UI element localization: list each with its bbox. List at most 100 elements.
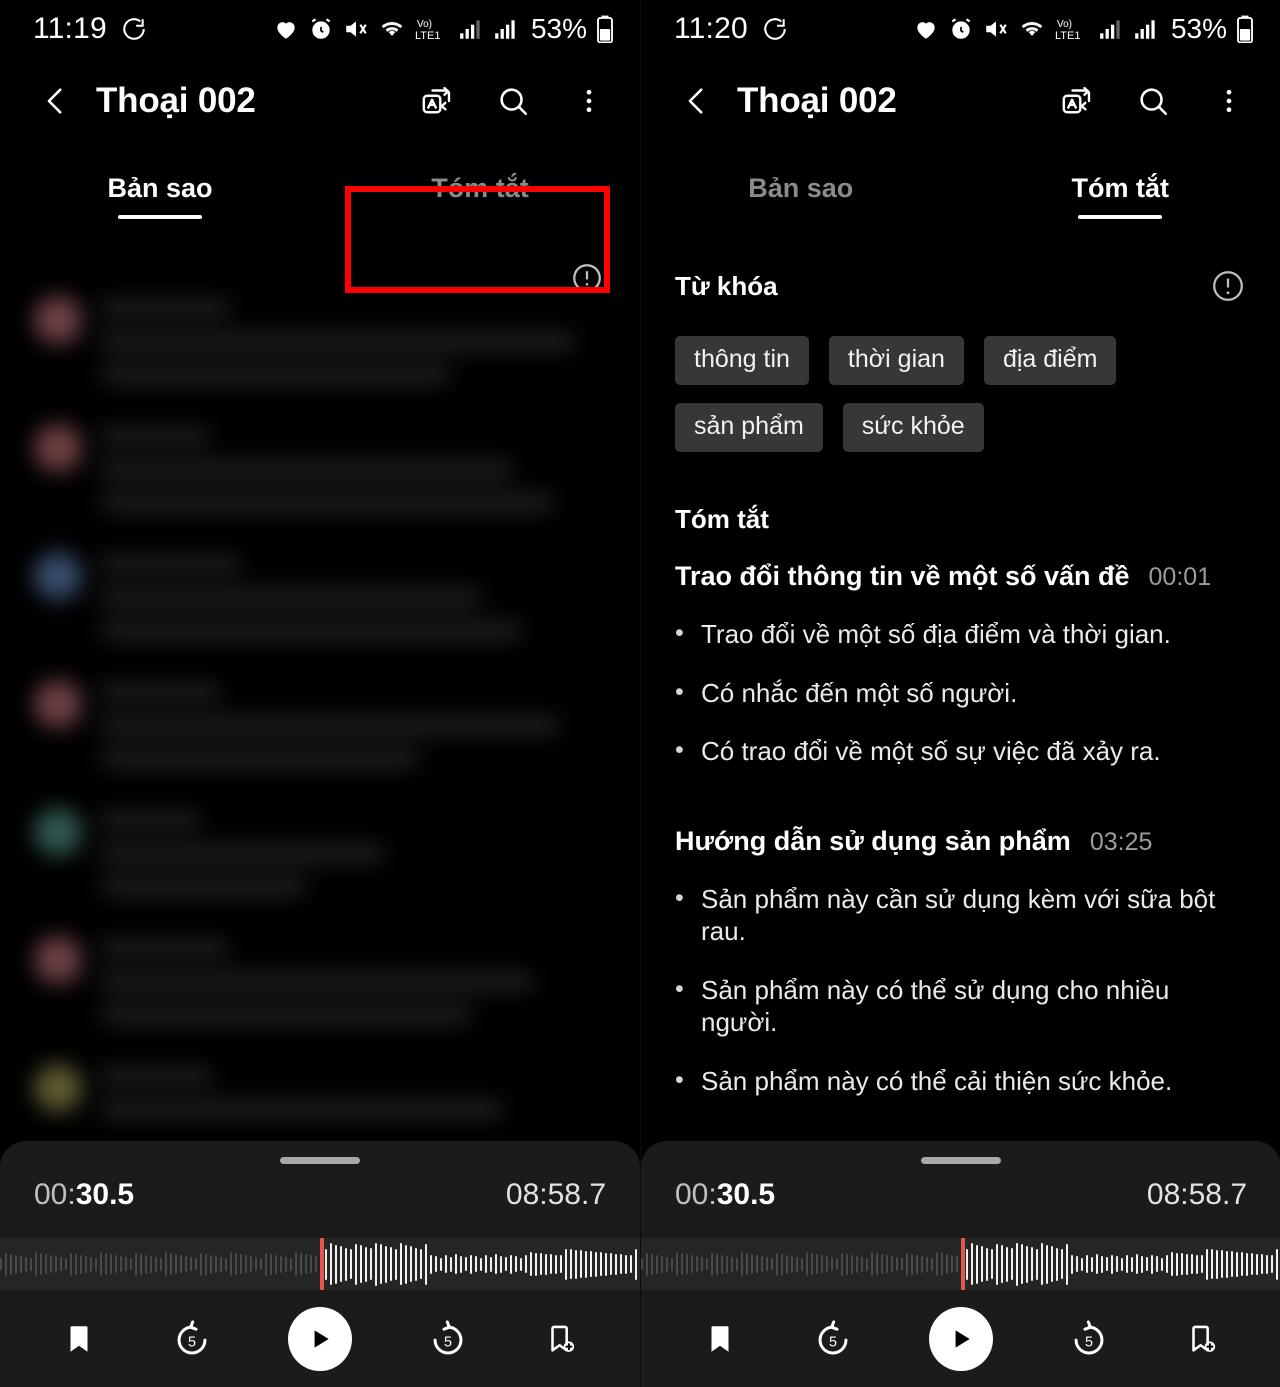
drag-handle[interactable] xyxy=(280,1157,360,1164)
forward-5-button[interactable]: 5 xyxy=(427,1318,469,1360)
waveform-bar xyxy=(681,1253,683,1275)
waveform-scrubber[interactable] xyxy=(0,1238,640,1290)
waveform-bar xyxy=(701,1257,703,1271)
keyword-chip[interactable]: sản phẩm xyxy=(675,403,823,452)
waveform-bar xyxy=(340,1246,342,1282)
search-icon[interactable] xyxy=(490,78,536,124)
waveform-bar xyxy=(155,1256,157,1272)
waveform-bar xyxy=(360,1245,362,1283)
bookmark-icon[interactable] xyxy=(703,1322,737,1356)
playhead-indicator[interactable] xyxy=(320,1238,324,1290)
list-item: • Trao đổi về một số địa điểm và thời gi… xyxy=(675,618,1246,651)
waveform-bar xyxy=(525,1255,527,1273)
more-options-icon[interactable] xyxy=(566,78,612,124)
summary-section-timestamp[interactable]: 03:25 xyxy=(1090,828,1153,857)
status-bar: 11:19 Vo) LTE1 53% xyxy=(0,0,640,58)
waveform-bar xyxy=(911,1253,913,1275)
waveform-bar xyxy=(400,1243,402,1285)
waveform-bar xyxy=(641,1258,643,1270)
waveform-bar xyxy=(1076,1256,1078,1272)
add-bookmark-icon[interactable] xyxy=(1185,1322,1219,1356)
waveform-bar xyxy=(135,1252,137,1276)
waveform-bar xyxy=(70,1252,72,1276)
waveform-bar xyxy=(600,1252,602,1276)
waveform-bar xyxy=(530,1252,532,1276)
keyword-chip[interactable]: địa điểm xyxy=(983,336,1117,385)
app-bar: Thoại 002 xyxy=(641,58,1280,144)
waveform-bar xyxy=(225,1257,227,1271)
waveform-bar xyxy=(781,1253,783,1275)
waveform-bar xyxy=(646,1252,648,1276)
waveform-bar xyxy=(310,1255,312,1273)
waveform-bar xyxy=(656,1254,658,1274)
waveform-bar xyxy=(966,1248,968,1280)
waveform-bar xyxy=(1171,1252,1173,1276)
current-time-prefix: 00: xyxy=(675,1178,717,1211)
waveform-bar xyxy=(380,1244,382,1284)
add-bookmark-icon[interactable] xyxy=(544,1322,578,1356)
waveform-bar xyxy=(1021,1244,1023,1284)
waveform-bar xyxy=(60,1257,62,1271)
waveform-bar xyxy=(796,1256,798,1272)
back-arrow-icon[interactable] xyxy=(675,79,719,123)
waveform-scrubber[interactable] xyxy=(641,1238,1280,1290)
tab-tom-tat[interactable]: Tóm tắt xyxy=(320,144,640,248)
translate-icon[interactable] xyxy=(414,78,460,124)
rewind-5-button[interactable]: 5 xyxy=(171,1318,213,1360)
waveform-bar xyxy=(240,1254,242,1274)
keyword-chip[interactable]: thông tin xyxy=(675,336,809,385)
more-options-icon[interactable] xyxy=(1206,78,1252,124)
waveform-bar xyxy=(891,1256,893,1272)
waveform-bar xyxy=(1051,1246,1053,1282)
tab-ban-sao[interactable]: Bản sao xyxy=(641,144,961,248)
waveform-bar xyxy=(540,1253,542,1275)
info-circle-icon[interactable] xyxy=(570,261,604,295)
rewind-5-button[interactable]: 5 xyxy=(812,1318,854,1360)
keyword-chip[interactable]: thời gian xyxy=(828,336,964,385)
summary-section-header[interactable]: Hướng dẫn sử dụng sản phẩm 03:25 xyxy=(675,826,1246,857)
waveform-bar xyxy=(741,1252,743,1276)
summary-bullet-list: • Trao đổi về một số địa điểm và thời gi… xyxy=(675,618,1246,768)
playhead-indicator[interactable] xyxy=(961,1238,965,1290)
search-icon[interactable] xyxy=(1130,78,1176,124)
waveform-bar xyxy=(160,1257,162,1271)
bookmark-icon[interactable] xyxy=(62,1322,96,1356)
summary-section-header[interactable]: Trao đổi thông tin về một số vấn đề 00:0… xyxy=(675,561,1246,592)
keyword-chip[interactable]: sức khỏe xyxy=(842,403,984,452)
waveform-bar xyxy=(290,1257,292,1271)
waveform-bar xyxy=(30,1257,32,1271)
waveform-bar xyxy=(1236,1251,1238,1277)
waveform-bar xyxy=(620,1254,622,1274)
play-button[interactable] xyxy=(928,1306,993,1371)
waveform-bar xyxy=(10,1253,12,1275)
waveform-bar xyxy=(1181,1253,1183,1275)
summary-bullet-list: • Sản phẩm này cần sử dụng kèm với sữa b… xyxy=(675,883,1246,1098)
summary-section-timestamp[interactable]: 00:01 xyxy=(1149,563,1212,592)
waveform-bar xyxy=(280,1255,282,1273)
waveform-bar xyxy=(1246,1252,1248,1276)
back-arrow-icon[interactable] xyxy=(34,79,78,123)
bullet-text: Sản phẩm này có thể sử dụng cho nhiều ng… xyxy=(701,974,1170,1038)
list-item xyxy=(30,680,615,782)
waveform-bar xyxy=(1271,1255,1273,1273)
waveform-bar xyxy=(445,1255,447,1273)
waveform-bar xyxy=(881,1254,883,1274)
waveform-bar xyxy=(590,1251,592,1277)
tab-ban-sao[interactable]: Bản sao xyxy=(0,144,320,248)
waveform-bar xyxy=(5,1252,7,1276)
waveform-bar xyxy=(736,1257,738,1271)
waveform-bar xyxy=(846,1253,848,1275)
waveform-bar xyxy=(15,1254,17,1274)
volte-icon: Vo) LTE1 xyxy=(415,16,449,42)
play-button[interactable] xyxy=(287,1306,352,1371)
waveform-bar xyxy=(976,1244,978,1284)
audio-player: 00:30.5 08:58.7 5 5 xyxy=(641,1141,1280,1387)
drag-handle[interactable] xyxy=(921,1157,1001,1164)
waveform-bar xyxy=(806,1252,808,1276)
forward-5-button[interactable]: 5 xyxy=(1068,1318,1110,1360)
translate-icon[interactable] xyxy=(1054,78,1100,124)
info-circle-icon[interactable] xyxy=(1210,268,1246,304)
waveform-bar xyxy=(996,1243,998,1285)
waveform-bar xyxy=(495,1254,497,1274)
tab-tom-tat[interactable]: Tóm tắt xyxy=(961,144,1280,248)
